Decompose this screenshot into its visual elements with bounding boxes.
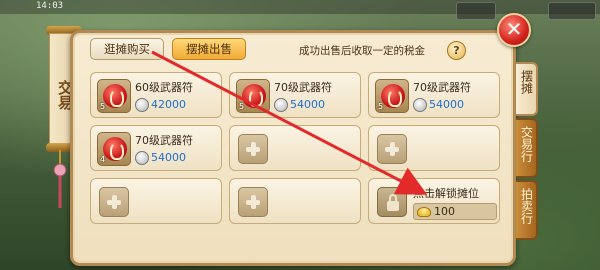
lock-icon [377, 187, 407, 217]
plus-icon [377, 134, 407, 164]
item-icon-frame: 5 [375, 79, 409, 113]
plus-icon [238, 187, 268, 217]
item-name: 70级武器符 [274, 81, 332, 94]
item-name: 60级武器符 [135, 81, 193, 94]
silver-coin-icon [274, 98, 288, 112]
silver-coin-icon [135, 98, 149, 112]
item-price: 54000 [290, 98, 325, 111]
unlock-slot-label: 点击解锁摊位 [413, 187, 479, 200]
item-icon-frame: 5 [236, 79, 270, 113]
plus-icon [99, 187, 129, 217]
stall-slot-locked[interactable]: 点击解锁摊位 100 [368, 178, 500, 224]
side-tab-label: 交易行 [519, 126, 534, 162]
gold-ingot-icon [417, 207, 431, 217]
stall-slot[interactable]: 4 70级武器符 54000 [90, 125, 222, 171]
red-talisman-icon [381, 84, 405, 108]
stall-slot-empty[interactable] [229, 125, 361, 171]
help-icon[interactable]: ? [447, 41, 466, 60]
unlock-cost: 100 [434, 205, 455, 218]
side-tab-label: 拍卖行 [519, 188, 534, 224]
status-time: 14:03 [36, 1, 64, 11]
close-button[interactable]: ✕ [497, 13, 531, 47]
item-quantity: 5 [239, 102, 245, 111]
item-name: 70级武器符 [135, 134, 193, 147]
status-bar: 14:03 [0, 0, 600, 14]
item-icon-frame: 5 [97, 79, 131, 113]
tax-note: 成功出售后收取一定的税金 [299, 45, 425, 57]
stall-slot-empty[interactable] [90, 178, 222, 224]
silver-coin-icon [135, 151, 149, 165]
lock-body [387, 201, 399, 211]
hud-portrait-right [548, 2, 596, 20]
item-quantity: 4 [100, 155, 106, 164]
item-price: 54000 [429, 98, 464, 111]
red-talisman-icon [103, 84, 127, 108]
item-price: 54000 [151, 151, 186, 164]
item-name: 70级武器符 [413, 81, 471, 94]
tassel-ornament-icon [53, 150, 67, 208]
stall-slot[interactable]: 5 70级武器符 54000 [368, 72, 500, 118]
silver-coin-icon [413, 98, 427, 112]
item-quantity: 5 [378, 102, 384, 111]
stall-slot-empty[interactable] [368, 125, 500, 171]
tab-stall-sell[interactable]: 摆摊出售 [172, 38, 246, 60]
red-talisman-icon [103, 137, 127, 161]
side-tab-label: 摆摊 [519, 70, 534, 94]
side-tab-trading-house[interactable]: 交易行 [516, 118, 538, 178]
stall-slot[interactable]: 5 70级武器符 54000 [229, 72, 361, 118]
hud-portrait [456, 2, 496, 20]
tab-stall-buy[interactable]: 逛摊购买 [90, 38, 164, 60]
stall-slot[interactable]: 5 60级武器符 42000 [90, 72, 222, 118]
red-talisman-icon [242, 84, 266, 108]
stall-slot-empty[interactable] [229, 178, 361, 224]
unlock-cost-bar: 100 [413, 203, 497, 220]
item-price: 42000 [151, 98, 186, 111]
plus-icon [238, 134, 268, 164]
side-tab-auction[interactable]: 拍卖行 [516, 180, 538, 240]
item-icon-frame: 4 [97, 132, 131, 166]
item-quantity: 5 [100, 102, 106, 111]
side-tab-stall[interactable]: 摆摊 [516, 62, 538, 116]
